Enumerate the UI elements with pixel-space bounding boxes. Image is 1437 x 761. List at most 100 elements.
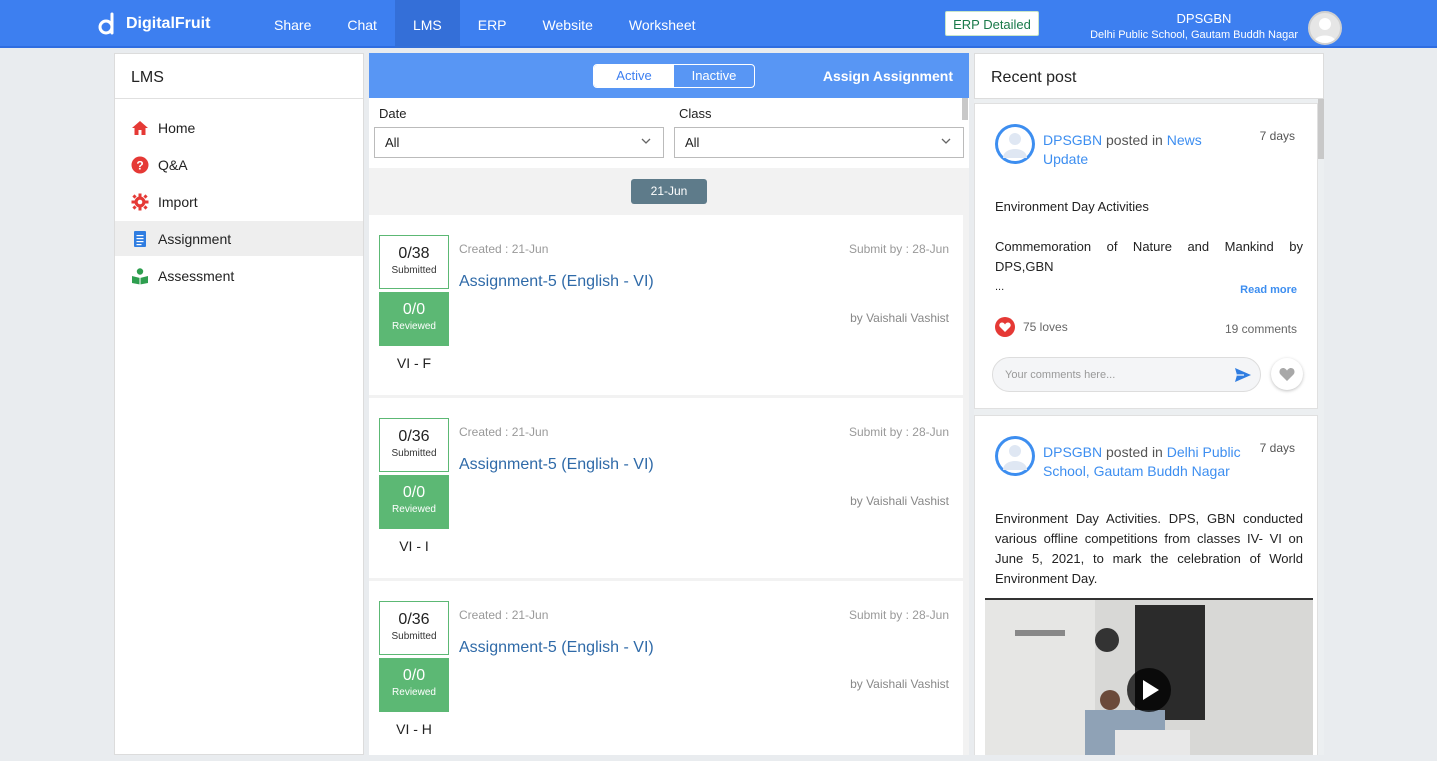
reviewed-label: Reviewed bbox=[392, 687, 436, 698]
toggle-inactive[interactable]: Inactive bbox=[674, 65, 754, 87]
sidebar-item-assignment[interactable]: Assignment bbox=[115, 221, 363, 256]
class-filter-select[interactable]: All bbox=[674, 127, 964, 158]
assignment-title[interactable]: Assignment-5 (English - VI) bbox=[459, 273, 654, 291]
top-navbar: DigitalFruit Share Chat LMS ERP Website … bbox=[0, 0, 1437, 48]
recent-posts-title: Recent post bbox=[974, 53, 1324, 99]
nav-chat[interactable]: Chat bbox=[329, 0, 395, 48]
submitted-count-box: 0/36 Submitted bbox=[379, 601, 449, 655]
created-date: Created : 21-Jun bbox=[459, 608, 549, 622]
user-avatar[interactable] bbox=[1308, 11, 1342, 45]
assignment-author: by Vaishali Vashist bbox=[850, 677, 949, 691]
nav-lms[interactable]: LMS bbox=[394, 0, 460, 48]
reviewed-count: 0/0 bbox=[402, 484, 426, 501]
sidebar-item-import[interactable]: Import bbox=[115, 184, 363, 219]
nav-website[interactable]: Website bbox=[525, 0, 611, 48]
chevron-down-icon bbox=[941, 138, 951, 144]
avatar[interactable] bbox=[995, 436, 1035, 476]
post-video[interactable] bbox=[985, 598, 1313, 755]
recent-posts-panel: Recent post DPSGBN posted in News Update… bbox=[974, 53, 1324, 755]
digitalfruit-logo-icon bbox=[98, 12, 114, 35]
svg-text:?: ? bbox=[136, 158, 143, 172]
post-posted-in: posted in bbox=[1106, 444, 1163, 460]
sidebar-item-qa[interactable]: ? Q&A bbox=[115, 147, 363, 182]
assignment-title[interactable]: Assignment-5 (English - VI) bbox=[459, 456, 654, 474]
sidebar-title: LMS bbox=[115, 54, 363, 99]
nav-worksheet[interactable]: Worksheet bbox=[611, 0, 714, 48]
post-body: Commemoration of Nature and Mankind by D… bbox=[995, 239, 1303, 274]
submitted-label: Submitted bbox=[391, 448, 437, 459]
post-body: Environment Day Activities. DPS, GBN con… bbox=[995, 511, 1303, 586]
submitted-count-box: 0/38 Submitted bbox=[379, 235, 449, 289]
heart-icon bbox=[995, 317, 1015, 337]
submitted-count: 0/38 bbox=[398, 245, 430, 262]
reviewed-label: Reviewed bbox=[392, 321, 436, 332]
assignment-card[interactable]: 0/38 Submitted 0/0 Reviewed VI - F Creat… bbox=[369, 215, 963, 395]
submit-by-date: Submit by : 28-Jun bbox=[848, 242, 949, 256]
brand-name: DigitalFruit bbox=[126, 15, 211, 32]
post-author[interactable]: DPSGBN bbox=[1043, 444, 1102, 460]
submit-by-date: Submit by : 28-Jun bbox=[848, 425, 949, 439]
class-section: VI - H bbox=[396, 721, 432, 737]
post-author[interactable]: DPSGBN bbox=[1043, 132, 1102, 148]
class-filter-label: Class bbox=[679, 106, 712, 121]
date-group-badge: 21-Jun bbox=[631, 179, 707, 204]
toggle-active[interactable]: Active bbox=[594, 65, 674, 87]
date-filter-label: Date bbox=[379, 106, 407, 121]
school-code: DPSGBN bbox=[1176, 11, 1232, 26]
scrollbar[interactable] bbox=[962, 98, 968, 120]
play-icon[interactable] bbox=[1127, 668, 1171, 712]
comment-placeholder: Your comments here... bbox=[1005, 369, 1116, 381]
class-section: VI - F bbox=[396, 355, 432, 371]
submitted-label: Submitted bbox=[391, 631, 437, 642]
reviewed-count: 0/0 bbox=[402, 301, 426, 318]
brand[interactable]: DigitalFruit bbox=[98, 11, 210, 37]
home-icon bbox=[132, 120, 148, 135]
lms-sidebar: LMS Home ? Q&A Import Assignment Assessm… bbox=[114, 53, 364, 755]
sidebar-item-label: Import bbox=[158, 193, 198, 210]
assignment-card[interactable]: 0/36 Submitted 0/0 Reviewed VI - I Creat… bbox=[369, 398, 963, 578]
date-filter-value: All bbox=[385, 135, 400, 150]
nav-erp[interactable]: ERP bbox=[460, 0, 525, 48]
date-filter-select[interactable]: All bbox=[374, 127, 664, 158]
submitted-count: 0/36 bbox=[398, 611, 430, 628]
assignment-card[interactable]: 0/36 Submitted 0/0 Reviewed VI - H Creat… bbox=[369, 581, 963, 755]
scrollbar[interactable] bbox=[1318, 99, 1324, 159]
nav-share[interactable]: Share bbox=[256, 0, 329, 48]
post-card: DPSGBN posted in News Update 7 days Envi… bbox=[974, 103, 1318, 409]
class-section: VI - I bbox=[399, 538, 429, 554]
heart-icon bbox=[1279, 368, 1295, 381]
sidebar-item-label: Assignment bbox=[158, 230, 232, 247]
school-name: Delhi Public School, Gautam Buddh Nagar bbox=[1090, 29, 1298, 41]
comment-input[interactable]: Your comments here... bbox=[992, 357, 1261, 392]
post-meta: DPSGBN posted in Delhi Public School, Ga… bbox=[1043, 443, 1243, 481]
user-avatar-icon bbox=[1314, 18, 1336, 43]
like-button[interactable] bbox=[1271, 358, 1303, 390]
sidebar-item-label: Q&A bbox=[158, 156, 188, 173]
post-posted-in: posted in bbox=[1106, 132, 1163, 148]
send-icon[interactable] bbox=[1234, 366, 1252, 384]
question-icon: ? bbox=[131, 156, 149, 173]
post-age: 7 days bbox=[1259, 129, 1295, 143]
class-filter-value: All bbox=[685, 135, 700, 150]
user-avatar-icon bbox=[998, 127, 1032, 161]
sidebar-item-home[interactable]: Home bbox=[115, 110, 363, 145]
post-title: Environment Day Activities bbox=[995, 199, 1149, 214]
chevron-down-icon bbox=[641, 138, 651, 144]
reader-icon bbox=[132, 267, 148, 284]
filters-bar: Date All Class All bbox=[369, 98, 969, 168]
main-nav: Share Chat LMS ERP Website Worksheet bbox=[256, 0, 714, 48]
status-toggle: Active Inactive bbox=[593, 64, 755, 88]
assignment-title[interactable]: Assignment-5 (English - VI) bbox=[459, 639, 654, 657]
comments-count[interactable]: 19 comments bbox=[1225, 322, 1297, 336]
read-more-link[interactable]: Read more bbox=[1240, 284, 1297, 296]
post-loves[interactable]: 75 loves bbox=[995, 317, 1068, 337]
assign-assignment-link[interactable]: Assign Assignment bbox=[823, 68, 953, 84]
assignments-panel: Active Inactive Assign Assignment Date A… bbox=[369, 53, 969, 755]
submitted-count-box: 0/36 Submitted bbox=[379, 418, 449, 472]
submit-by-date: Submit by : 28-Jun bbox=[848, 608, 949, 622]
gear-icon bbox=[131, 193, 149, 210]
sidebar-item-assessment[interactable]: Assessment bbox=[115, 258, 363, 293]
avatar[interactable] bbox=[995, 124, 1035, 164]
erp-detailed-button[interactable]: ERP Detailed bbox=[945, 11, 1039, 36]
loves-count: 75 loves bbox=[1023, 320, 1068, 334]
